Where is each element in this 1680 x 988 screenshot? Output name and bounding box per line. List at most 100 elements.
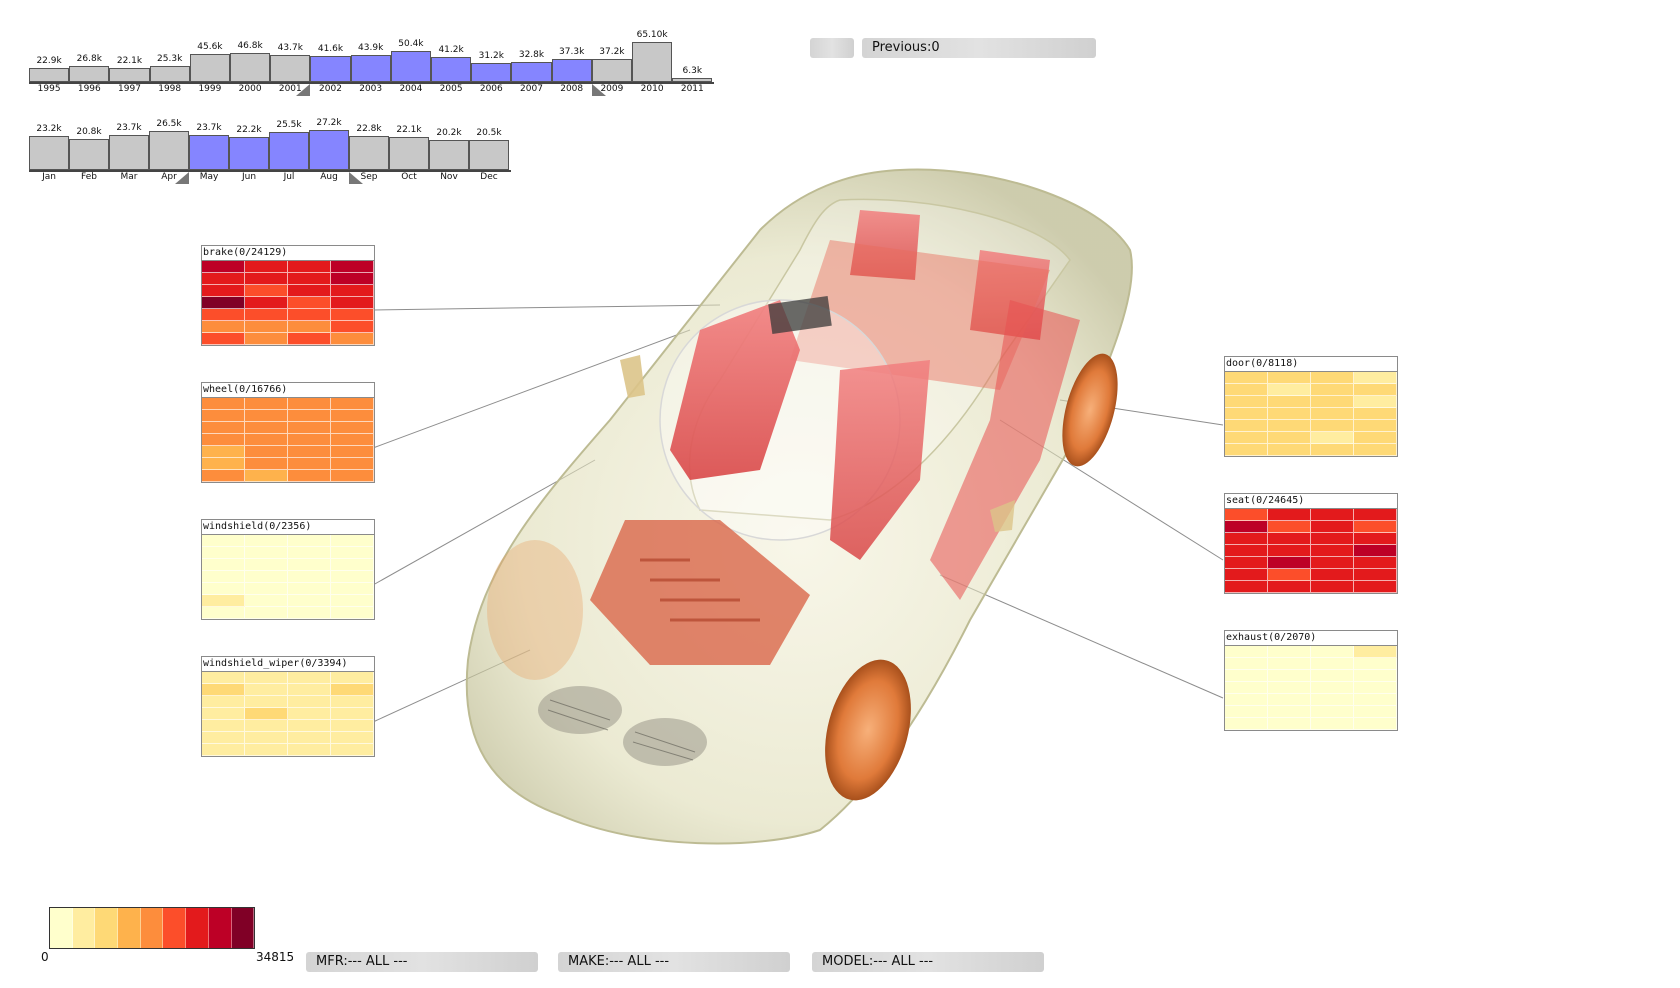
- year-bar-1999[interactable]: [189, 54, 230, 82]
- heatmap-cell[interactable]: [1268, 694, 1311, 706]
- month-bar-Jun[interactable]: [229, 137, 269, 170]
- heatmap-cell[interactable]: [331, 273, 374, 285]
- heatmap-cell[interactable]: [1268, 521, 1311, 533]
- heatmap-cell[interactable]: [1268, 682, 1311, 694]
- heatmap-cell[interactable]: [1225, 372, 1268, 384]
- heatmap-cell[interactable]: [1354, 670, 1397, 682]
- heatmap-cell[interactable]: [1354, 581, 1397, 593]
- heatmap-cell[interactable]: [288, 595, 331, 607]
- heatmap-cell[interactable]: [202, 297, 245, 309]
- heatmap-cell[interactable]: [1311, 372, 1354, 384]
- month-bar-Sep[interactable]: [349, 136, 389, 170]
- heatmap-cell[interactable]: [1311, 569, 1354, 581]
- heatmap-cell[interactable]: [202, 470, 245, 482]
- heatmap-cell[interactable]: [1225, 694, 1268, 706]
- heatmap-cell[interactable]: [1268, 545, 1311, 557]
- heatmap-cell[interactable]: [245, 595, 288, 607]
- heatmap-cell[interactable]: [288, 410, 331, 422]
- heatmap-cell[interactable]: [1268, 658, 1311, 670]
- heatmap-cell[interactable]: [288, 732, 331, 744]
- month-bar-Oct[interactable]: [389, 137, 429, 170]
- heatmap-cell[interactable]: [1311, 706, 1354, 718]
- heatmap-cell[interactable]: [1354, 509, 1397, 521]
- heatmap-cell[interactable]: [202, 261, 245, 273]
- heatmap-cell[interactable]: [288, 684, 331, 696]
- heatmap-cell[interactable]: [1311, 581, 1354, 593]
- heatmap-cell[interactable]: [1225, 718, 1268, 730]
- heatmap-cell[interactable]: [331, 696, 374, 708]
- heatmap-cell[interactable]: [202, 321, 245, 333]
- heatmap-cell[interactable]: [331, 607, 374, 619]
- heatmap-cell[interactable]: [288, 535, 331, 547]
- heatmap-cell[interactable]: [331, 434, 374, 446]
- heatmap-cell[interactable]: [202, 607, 245, 619]
- range-start-handle[interactable]: [296, 84, 311, 96]
- month-bar-Feb[interactable]: [69, 139, 109, 170]
- heatmap-cell[interactable]: [331, 285, 374, 297]
- heatmap-cell[interactable]: [1225, 557, 1268, 569]
- heatmap-cell[interactable]: [288, 672, 331, 684]
- month-bar-Jul[interactable]: [269, 132, 309, 170]
- make-filter-dropdown[interactable]: MAKE:--- ALL ---: [558, 952, 790, 972]
- heatmap-cell[interactable]: [288, 607, 331, 619]
- heatmap-cell[interactable]: [288, 547, 331, 559]
- heatmap-cell[interactable]: [331, 321, 374, 333]
- heatmap-cell[interactable]: [1311, 509, 1354, 521]
- heatmap-cell[interactable]: [202, 333, 245, 345]
- heatmap-cell[interactable]: [202, 732, 245, 744]
- heatmap-cell[interactable]: [1354, 432, 1397, 444]
- heatmap-cell[interactable]: [245, 708, 288, 720]
- heatmap-cell[interactable]: [288, 321, 331, 333]
- heatmap-cell[interactable]: [331, 535, 374, 547]
- heatmap-cell[interactable]: [288, 422, 331, 434]
- heatmap-cell[interactable]: [1354, 444, 1397, 456]
- heatmap-cell[interactable]: [331, 309, 374, 321]
- heatmap-cell[interactable]: [1311, 557, 1354, 569]
- heatmap-cell[interactable]: [1311, 670, 1354, 682]
- heatmap-cell[interactable]: [202, 410, 245, 422]
- heatmap-cell[interactable]: [331, 458, 374, 470]
- year-bar-2006[interactable]: [471, 63, 512, 82]
- model-filter-dropdown[interactable]: MODEL:--- ALL ---: [812, 952, 1044, 972]
- heatmap-cell[interactable]: [1354, 533, 1397, 545]
- heatmap-cell[interactable]: [202, 273, 245, 285]
- month-bar-Jan[interactable]: [29, 136, 69, 170]
- heatmap-cell[interactable]: [288, 559, 331, 571]
- heatmap-panel-windshield_wiper[interactable]: windshield_wiper(0/3394): [201, 656, 375, 757]
- year-bar-1998[interactable]: [149, 66, 190, 82]
- heatmap-cell[interactable]: [331, 297, 374, 309]
- heatmap-cell[interactable]: [1268, 509, 1311, 521]
- heatmap-cell[interactable]: [245, 583, 288, 595]
- heatmap-cell[interactable]: [202, 571, 245, 583]
- heatmap-cell[interactable]: [288, 470, 331, 482]
- year-bar-1996[interactable]: [69, 66, 110, 82]
- year-bar-2010[interactable]: [632, 42, 673, 82]
- heatmap-cell[interactable]: [1311, 545, 1354, 557]
- heatmap-cell[interactable]: [245, 696, 288, 708]
- month-bar-Nov[interactable]: [429, 140, 469, 170]
- heatmap-cell[interactable]: [331, 684, 374, 696]
- heatmap-cell[interactable]: [1354, 557, 1397, 569]
- heatmap-cell[interactable]: [331, 470, 374, 482]
- heatmap-cell[interactable]: [1311, 432, 1354, 444]
- heatmap-cell[interactable]: [331, 446, 374, 458]
- heatmap-panel-seat[interactable]: seat(0/24645): [1224, 493, 1398, 594]
- month-bar-Mar[interactable]: [109, 135, 149, 170]
- heatmap-cell[interactable]: [245, 458, 288, 470]
- heatmap-cell[interactable]: [1225, 432, 1268, 444]
- heatmap-cell[interactable]: [1225, 521, 1268, 533]
- heatmap-cell[interactable]: [1311, 658, 1354, 670]
- heatmap-cell[interactable]: [202, 708, 245, 720]
- heatmap-cell[interactable]: [1225, 658, 1268, 670]
- heatmap-cell[interactable]: [1311, 694, 1354, 706]
- heatmap-cell[interactable]: [288, 285, 331, 297]
- year-bar-2008[interactable]: [551, 59, 592, 82]
- heatmap-cell[interactable]: [331, 559, 374, 571]
- heatmap-cell[interactable]: [1268, 408, 1311, 420]
- heatmap-cell[interactable]: [245, 535, 288, 547]
- heatmap-cell[interactable]: [288, 583, 331, 595]
- previous-button[interactable]: Previous:0: [862, 38, 1096, 58]
- heatmap-cell[interactable]: [245, 684, 288, 696]
- year-bar-2009[interactable]: [591, 59, 632, 82]
- heatmap-cell[interactable]: [331, 708, 374, 720]
